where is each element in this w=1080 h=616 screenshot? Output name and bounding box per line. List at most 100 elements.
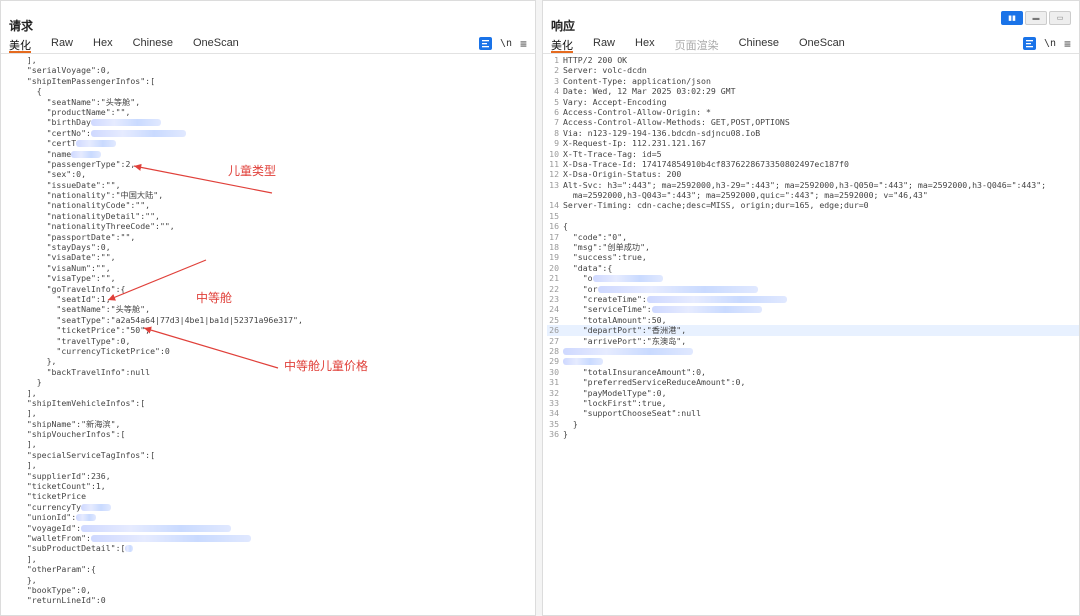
tab-onescan[interactable]: OneScan <box>799 37 845 53</box>
code-text: HTTP/2 200 OK <box>563 55 628 65</box>
code-text: Vary: Accept-Encoding <box>563 96 667 107</box>
menu-icon[interactable]: ≡ <box>520 38 527 50</box>
format-icon[interactable] <box>478 37 492 50</box>
response-code-line: 13 Alt-Svc: h3=":443"; ma=2592000,h3-29="… <box>547 180 1079 190</box>
line-number: 3 <box>554 75 559 86</box>
line-number: 36 <box>549 429 559 440</box>
code-text: Access-Control-Allow-Methods: GET,POST,O… <box>563 117 790 128</box>
redacted-value <box>90 129 186 137</box>
response-title: 响应 <box>551 19 576 33</box>
request-code-line: "productName":"", <box>17 106 131 117</box>
code-text: Alt-Svc: h3=":443"; ma=2592000,h3-29=":4… <box>563 179 1047 190</box>
tab-raw[interactable]: Raw <box>51 37 73 53</box>
redacted-value <box>646 295 787 303</box>
newline-toggle-icon[interactable]: \n <box>1044 38 1056 49</box>
tab-hex[interactable]: Hex <box>93 37 113 53</box>
tab-raw[interactable]: Raw <box>593 37 615 53</box>
line-number: 13 <box>549 179 559 190</box>
response-code-line: 33 "lockFirst":true, <box>547 398 1079 408</box>
request-code-line: "shipItemPassengerInfos":[ <box>17 75 156 86</box>
tab-divider <box>1 53 535 54</box>
response-code-line: 15 <box>547 211 1079 221</box>
code-text: "arrivePort":"东澳岛", <box>563 335 687 346</box>
code-text: } <box>563 429 568 440</box>
request-code-line: "currencyTy <box>17 502 535 512</box>
line-number: 8 <box>554 127 559 138</box>
request-code-line: "walletFrom": <box>17 533 535 543</box>
response-code-line: 29 <box>547 356 1079 366</box>
line-number: 23 <box>549 293 559 304</box>
request-code-line: "nationalityCode":"", <box>17 200 151 211</box>
request-code-line: ], <box>17 460 37 471</box>
request-body[interactable]: ], "serialVoyage":0, "shipItemPassengerI… <box>1 55 535 615</box>
menu-icon[interactable]: ≡ <box>1064 38 1071 50</box>
tab-divider <box>543 53 1079 54</box>
code-text: Via: n123-129-194-136.bdcdn-sdjncu08.IoB <box>563 127 761 138</box>
response-code-line: 3 Content-Type: application/json <box>547 76 1079 86</box>
code-text: ma=2592000,h3-Q043=":443"; ma=2592000,qu… <box>563 190 928 201</box>
single-view-icon[interactable]: ▭ <box>1049 11 1071 25</box>
request-toolbar: \n ≡ <box>478 37 527 50</box>
request-pane: 请求 美化 Raw Hex Chinese OneScan \n ≡ ], "s… <box>0 0 536 616</box>
line-number: 20 <box>549 262 559 273</box>
response-code-line: 7 Access-Control-Allow-Methods: GET,POST,… <box>547 117 1079 127</box>
request-code-line: ], <box>17 55 37 65</box>
code-text: Access-Control-Allow-Origin: * <box>563 106 711 117</box>
line-number: 12 <box>549 169 559 180</box>
line-number: 15 <box>549 210 559 221</box>
split-view-icon[interactable]: ▮▮ <box>1001 11 1023 25</box>
tab-beautify[interactable]: 美化 <box>551 37 573 53</box>
line-number: 7 <box>554 117 559 128</box>
line-number: 14 <box>549 200 559 211</box>
newline-toggle-icon[interactable]: \n <box>500 38 512 49</box>
response-pane: 响应 ▮▮ ▬ ▭ 美化 Raw Hex 页面渲染 Chinese OneSca… <box>542 0 1080 616</box>
line-number: 34 <box>549 408 559 419</box>
response-code-line: 30 "totalInsuranceAmount":0, <box>547 367 1079 377</box>
code-text: X-Dsa-Origin-Status: 200 <box>563 169 682 180</box>
request-code-line: "nationalityDetail":"", <box>17 210 160 221</box>
tab-beautify[interactable]: 美化 <box>9 37 31 53</box>
tab-hex[interactable]: Hex <box>635 37 655 53</box>
response-code-line: 26 "departPort":"香洲港", <box>547 325 1079 336</box>
request-code-line: "shipName":"新海滨", <box>17 418 121 429</box>
request-code-line: "certT <box>17 138 535 148</box>
response-code-line: 34 "supportChooseSeat":null <box>547 408 1079 418</box>
line-number: 5 <box>554 96 559 107</box>
tab-chinese[interactable]: Chinese <box>739 37 779 53</box>
annotation-mid-class-child-price: 中等舱儿童价格 <box>284 359 369 373</box>
response-code-line: 17 "code":"0", <box>547 232 1079 242</box>
response-code-line: 18 "msg":"创单成功", <box>547 242 1079 252</box>
tab-chinese[interactable]: Chinese <box>133 37 173 53</box>
request-code-line: "certNo": <box>17 128 535 138</box>
line-number: 35 <box>549 418 559 429</box>
response-code-line: 6 Access-Control-Allow-Origin: * <box>547 107 1079 117</box>
code-text: } <box>563 418 578 429</box>
response-code-line: 1 HTTP/2 200 OK <box>547 55 1079 65</box>
request-code-line: "specialServiceTagInfos":[ <box>17 449 156 460</box>
line-number: 25 <box>549 314 559 325</box>
response-code-line: 31 "preferredServiceReduceAmount":0, <box>547 377 1079 387</box>
horizontal-view-icon[interactable]: ▬ <box>1025 11 1047 25</box>
tab-onescan[interactable]: OneScan <box>193 37 239 53</box>
code-text: Server: volc-dcdn <box>563 65 647 76</box>
line-number: 24 <box>549 304 559 315</box>
code-text: "msg":"创单成功", <box>563 242 650 253</box>
tab-render[interactable]: 页面渲染 <box>675 37 719 53</box>
response-code-line: 35 } <box>547 419 1079 429</box>
request-code-line: "seatName":"头等舱", <box>17 96 141 107</box>
redacted-value <box>90 119 161 127</box>
format-icon[interactable] <box>1022 37 1036 50</box>
request-code-line: "serialVoyage":0, <box>17 65 111 76</box>
redacted-value <box>90 534 251 542</box>
response-code-line: 14 Server-Timing: cdn-cache;desc=MISS, or… <box>547 200 1079 210</box>
response-body[interactable]: 1 HTTP/2 200 OK 2 Server: volc-dcdn 3 Content… <box>543 55 1079 615</box>
request-code-line: "ticketCount":1, <box>17 481 106 492</box>
code-text: "payModelType":0, <box>563 387 667 398</box>
line-number: 26 <box>549 325 559 336</box>
line-number: 29 <box>549 356 559 367</box>
request-title: 请求 <box>9 19 34 33</box>
request-code-line: "bookType":0, <box>17 584 91 595</box>
line-number: 32 <box>549 387 559 398</box>
code-text: "supportChooseSeat":null <box>563 408 702 419</box>
request-code-line: "issueDate":"", <box>17 179 121 190</box>
